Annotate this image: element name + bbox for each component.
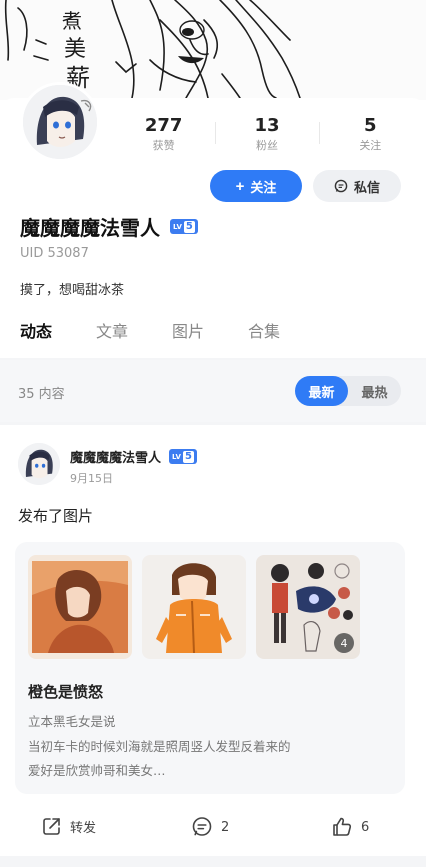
comment-button[interactable]: 2 (191, 816, 229, 838)
profile-avatar[interactable] (20, 82, 100, 162)
like-button[interactable]: 6 (331, 816, 369, 838)
tab-images[interactable]: 图片 (172, 318, 248, 348)
profile-uid: UID 53087 (20, 246, 89, 261)
post-card-title: 橙色是愤怒 (28, 683, 104, 701)
stat-following-label: 关注 (359, 139, 382, 152)
banner-text-1: 煮 (62, 9, 82, 33)
stat-followers[interactable]: 13 粉丝 (215, 114, 318, 158)
tab-dynamics[interactable]: 动态 (20, 318, 96, 348)
post-image-3[interactable]: 4 (256, 555, 360, 659)
tab-articles[interactable]: 文章 (96, 318, 172, 348)
comment-icon (192, 817, 212, 836)
profile-bio: 摸了，想喝甜冰茶 (20, 283, 125, 298)
post-image-2[interactable] (142, 555, 246, 659)
message-button-label: 私信 (353, 179, 380, 195)
post-actions: 转发 2 6 (0, 808, 426, 848)
stat-likes[interactable]: 277 获赞 (112, 114, 215, 158)
post-author-row: 魔魔魔魔法雪人 LV 5 (70, 447, 197, 466)
bottom-divider (0, 856, 426, 867)
stat-following-value: 5 (364, 115, 377, 136)
content-count: 35 内容 (18, 387, 65, 402)
stat-followers-value: 13 (254, 115, 280, 136)
thumbs-up-icon (333, 817, 352, 836)
profile-stats: 277 获赞 13 粉丝 5 关注 (112, 114, 422, 158)
comment-count: 2 (221, 819, 230, 835)
level-badge-number: 5 (183, 220, 195, 233)
post-date: 9月15日 (70, 472, 113, 485)
image-orange-portrait (28, 555, 132, 659)
post-card-line: 立本黑毛女是说 (28, 714, 116, 729)
profile-name-row: 魔魔魔魔法雪人 LV 5 (20, 212, 198, 241)
profile-tabs: 动态 文章 图片 合集 (20, 318, 324, 348)
avatar-illustration (23, 85, 97, 159)
image-orange-jacket-girl (142, 555, 246, 659)
post-card-line: 爱好是欣赏帅哥和美女… (28, 763, 166, 778)
share-label: 转发 (70, 820, 97, 836)
profile-name: 魔魔魔魔法雪人 (20, 216, 160, 240)
stat-followers-label: 粉丝 (255, 139, 278, 152)
post-author-name[interactable]: 魔魔魔魔法雪人 (70, 447, 161, 466)
tab-collections[interactable]: 合集 (248, 318, 324, 348)
plus-icon: + (235, 177, 245, 195)
more-images-badge: 4 (334, 633, 354, 653)
like-count: 6 (361, 819, 370, 835)
post-avatar-illustration (18, 443, 60, 485)
level-badge-prefix: LV (173, 222, 182, 231)
share-button[interactable]: 转发 (42, 816, 96, 836)
post-level-number: 5 (182, 450, 194, 463)
post-card-line: 当初车卡的时候刘海就是照周竖人发型反着来的 (28, 739, 291, 754)
stat-likes-value: 277 (144, 115, 183, 136)
follow-button[interactable]: + 关注 (210, 170, 302, 202)
sort-toggle: 最新 最热 (295, 376, 401, 406)
message-icon (334, 179, 348, 193)
level-badge: LV 5 (170, 219, 198, 234)
stat-following[interactable]: 5 关注 (318, 114, 422, 158)
post-text: 发布了图片 (18, 507, 94, 525)
post-image-1[interactable] (28, 555, 132, 659)
post-author-avatar[interactable] (18, 443, 60, 485)
follow-button-label: 关注 (250, 179, 277, 195)
share-icon (43, 818, 60, 835)
post-level-badge: LV 5 (169, 449, 197, 464)
banner-text-2: 美 (64, 37, 86, 62)
stat-likes-label: 获赞 (152, 139, 175, 152)
message-button[interactable]: 私信 (313, 170, 401, 202)
sort-latest[interactable]: 最新 (295, 376, 348, 406)
sort-hottest[interactable]: 最热 (348, 376, 401, 406)
post-level-prefix: LV (172, 452, 181, 461)
